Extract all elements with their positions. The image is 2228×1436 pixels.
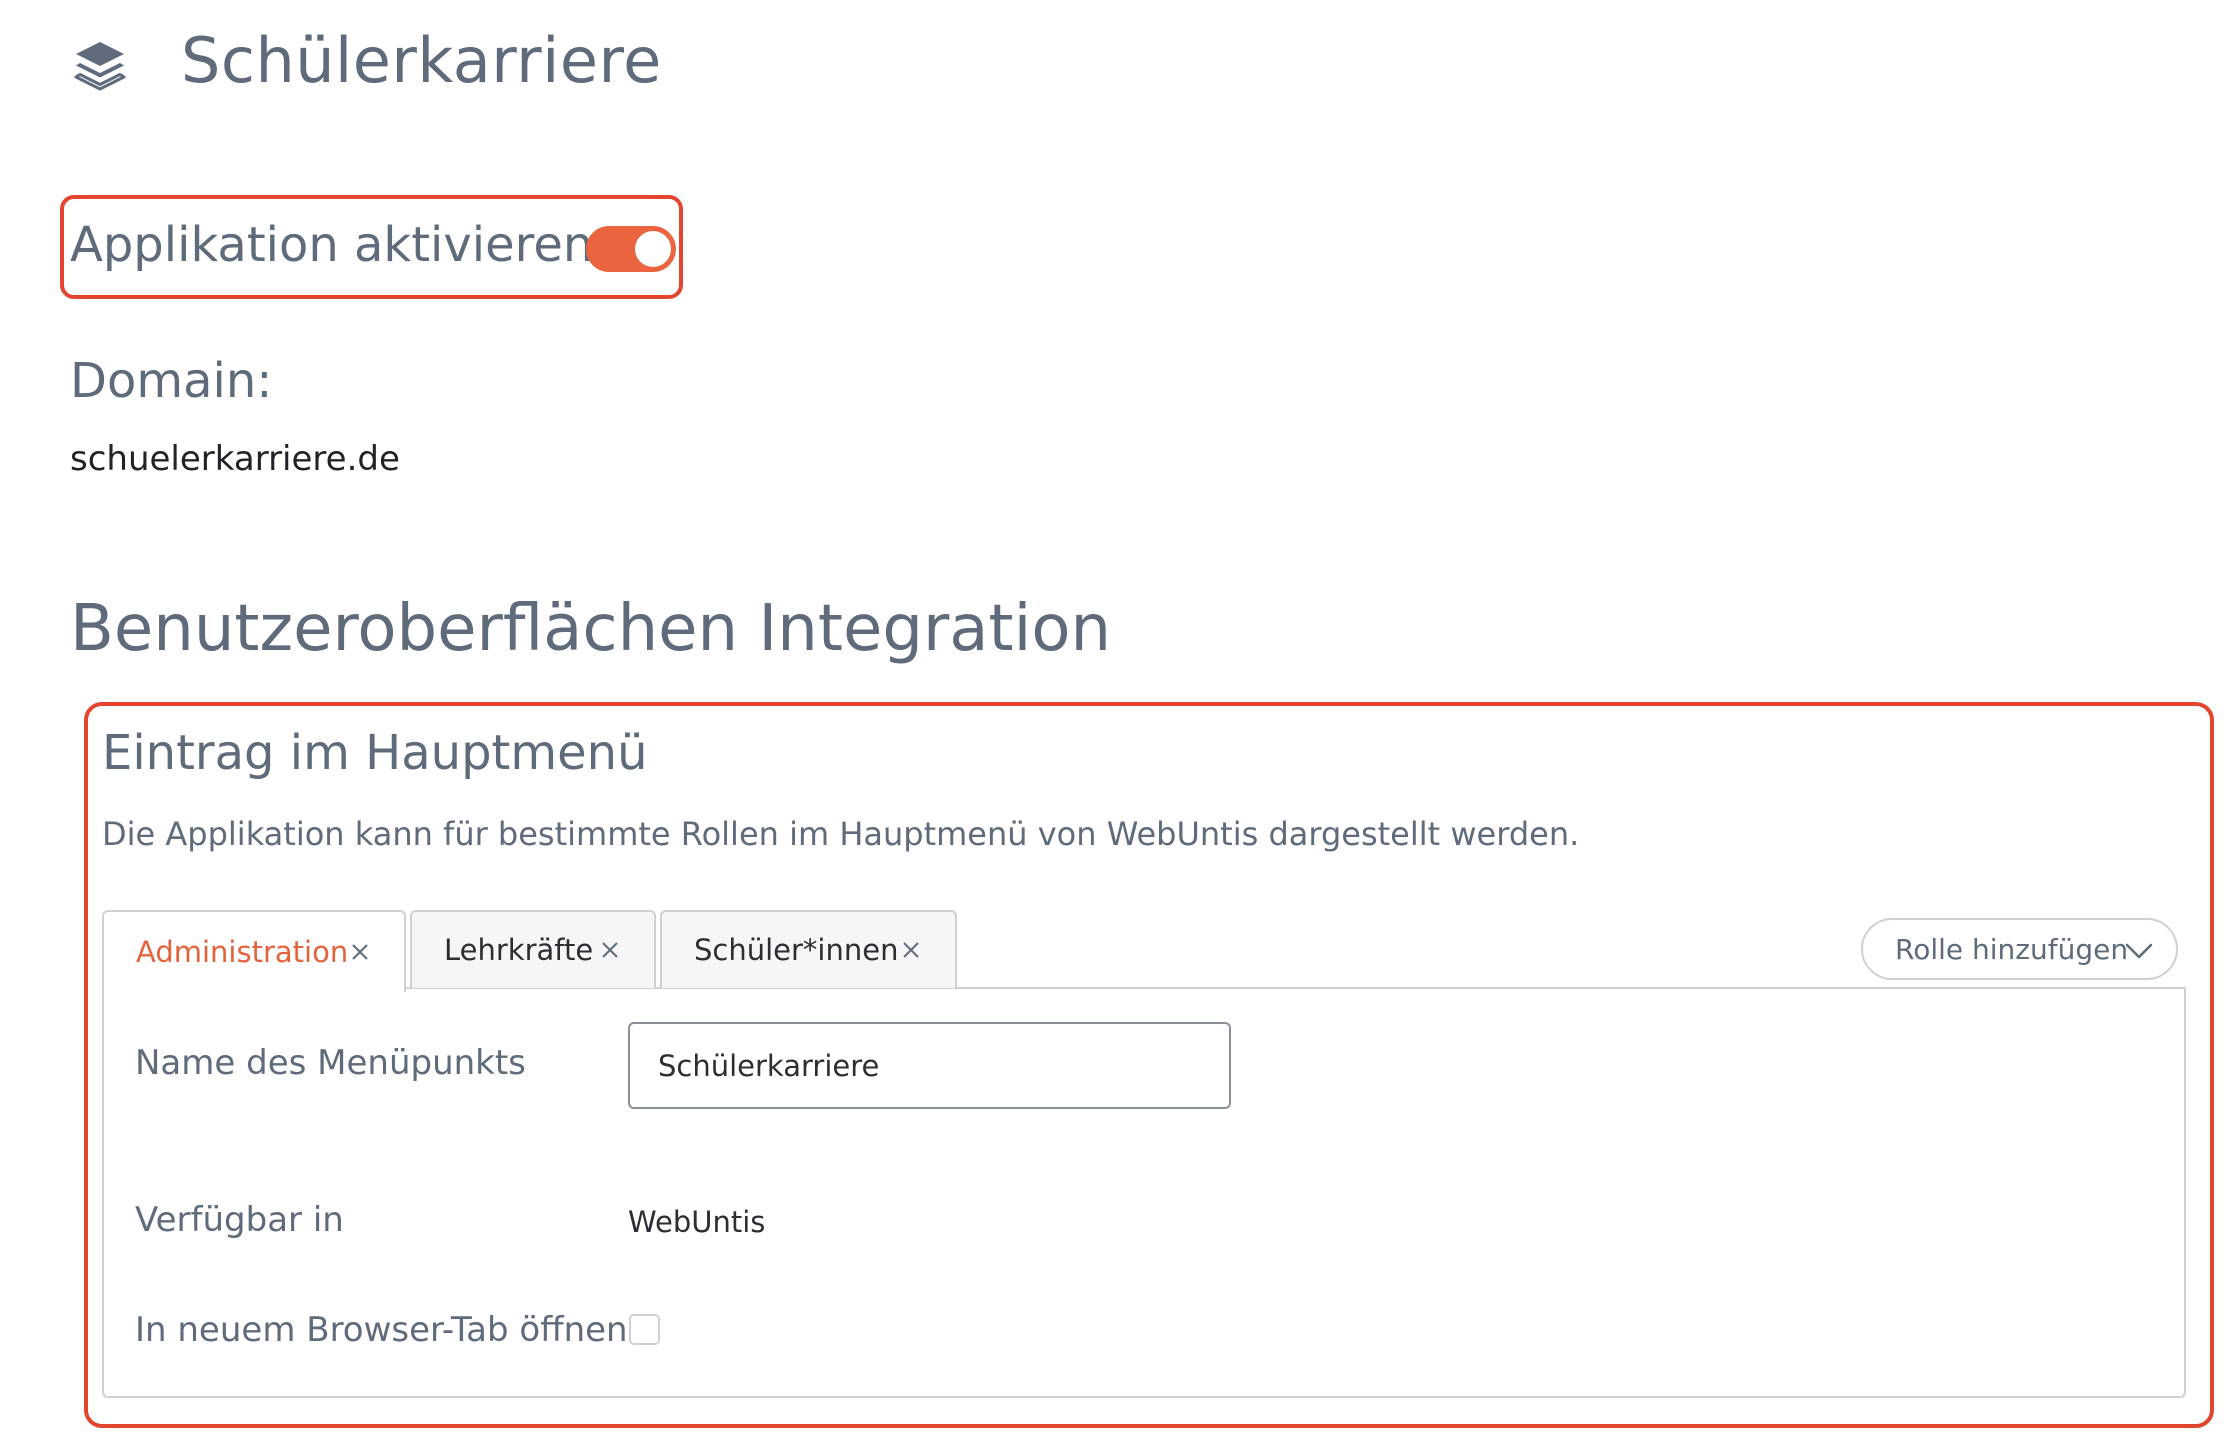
menu-entry-title: Eintrag im Hauptmenü [102, 725, 648, 781]
domain-label: Domain: [70, 353, 273, 409]
tab-label: Administration [136, 935, 349, 969]
add-role-dropdown[interactable]: Rolle hinzufügen [1861, 918, 2178, 980]
section-heading: Benutzeroberflächen Integration [70, 592, 1112, 666]
add-role-label: Rolle hinzufügen [1895, 932, 2129, 966]
tab-administration[interactable]: Administration [102, 910, 406, 992]
available-in-value: WebUntis [628, 1205, 766, 1239]
layers-icon [74, 42, 126, 91]
activation-label: Applikation aktivieren [70, 217, 594, 273]
page-title: Schülerkarriere [181, 24, 662, 97]
menu-item-name-input[interactable] [628, 1022, 1231, 1109]
toggle-knob [635, 231, 671, 267]
available-in-label: Verfügbar in [135, 1200, 344, 1240]
new-tab-checkbox[interactable] [629, 1314, 660, 1345]
activation-toggle[interactable] [586, 226, 676, 272]
close-icon[interactable] [901, 940, 921, 960]
tab-lehrkraefte[interactable]: Lehrkräfte [410, 910, 656, 988]
close-icon[interactable] [350, 942, 370, 962]
new-tab-label: In neuem Browser-Tab öffnen [135, 1310, 628, 1350]
tab-schuelerinnen[interactable]: Schüler*innen [660, 910, 957, 988]
tab-label: Lehrkräfte [444, 933, 594, 967]
chevron-down-icon [2125, 943, 2153, 959]
close-icon[interactable] [600, 940, 620, 960]
tab-label: Schüler*innen [694, 933, 899, 967]
domain-value: schuelerkarriere.de [70, 439, 400, 479]
menu-item-name-label: Name des Menüpunkts [135, 1043, 526, 1083]
menu-entry-description: Die Applikation kann für bestimmte Rolle… [102, 815, 1580, 853]
